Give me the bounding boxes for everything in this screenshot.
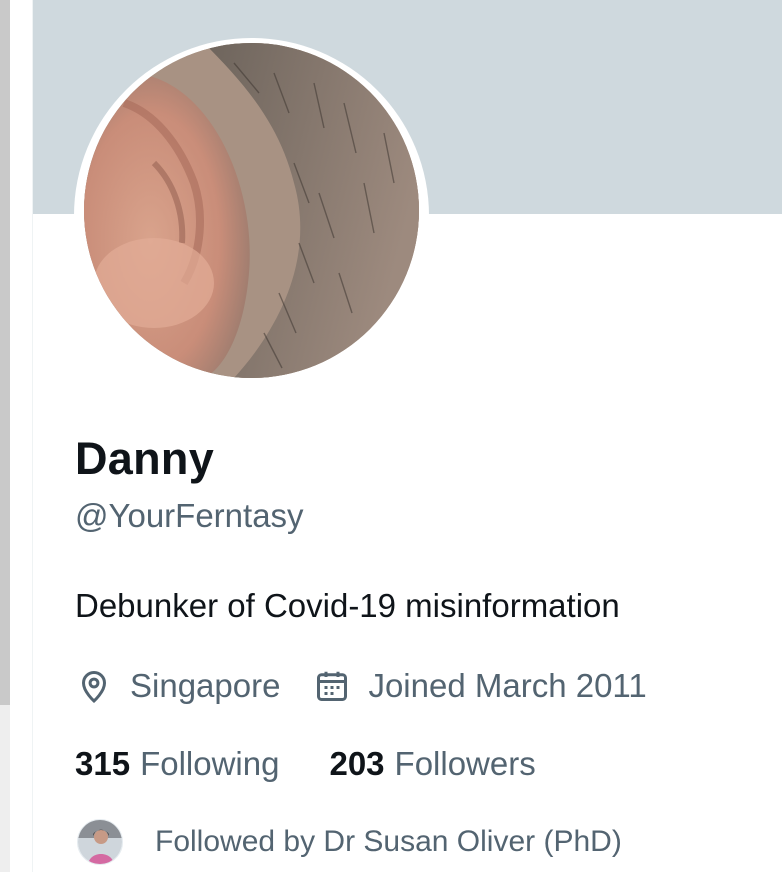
profile-bio: Debunker of Covid-19 misinformation [75,587,620,624]
scrollbar-track [0,705,10,872]
location-text: Singapore [130,667,281,704]
follower-avatar[interactable] [77,819,123,865]
profile-display-name: Danny [75,433,215,484]
avatar-photo[interactable] [84,43,419,378]
followers-count: 203 [329,745,385,782]
profile-location: Singapore [76,667,280,705]
followers-link[interactable]: 203 Followers [329,745,535,783]
profile-stats: 315 Following 203 Followers [75,742,536,786]
profile-joined: Joined March 2011 [314,667,647,705]
calendar-icon [314,668,350,704]
followed-by-text: Followed by Dr Susan Oliver (PhD) [155,825,622,858]
scrollbar[interactable] [0,0,10,705]
profile-handle: @YourFerntasy [75,497,304,534]
following-count: 315 [75,745,131,782]
profile-meta: Singapore Joined March 2011 [76,662,647,710]
following-link[interactable]: 315 Following [75,745,279,783]
following-label: Following [140,745,280,782]
location-pin-icon [76,668,112,704]
followers-label: Followers [394,745,536,782]
joined-text: Joined March 2011 [368,667,647,704]
followed-by[interactable]: Followed by Dr Susan Oliver (PhD) [77,818,622,866]
left-gutter [0,0,33,872]
